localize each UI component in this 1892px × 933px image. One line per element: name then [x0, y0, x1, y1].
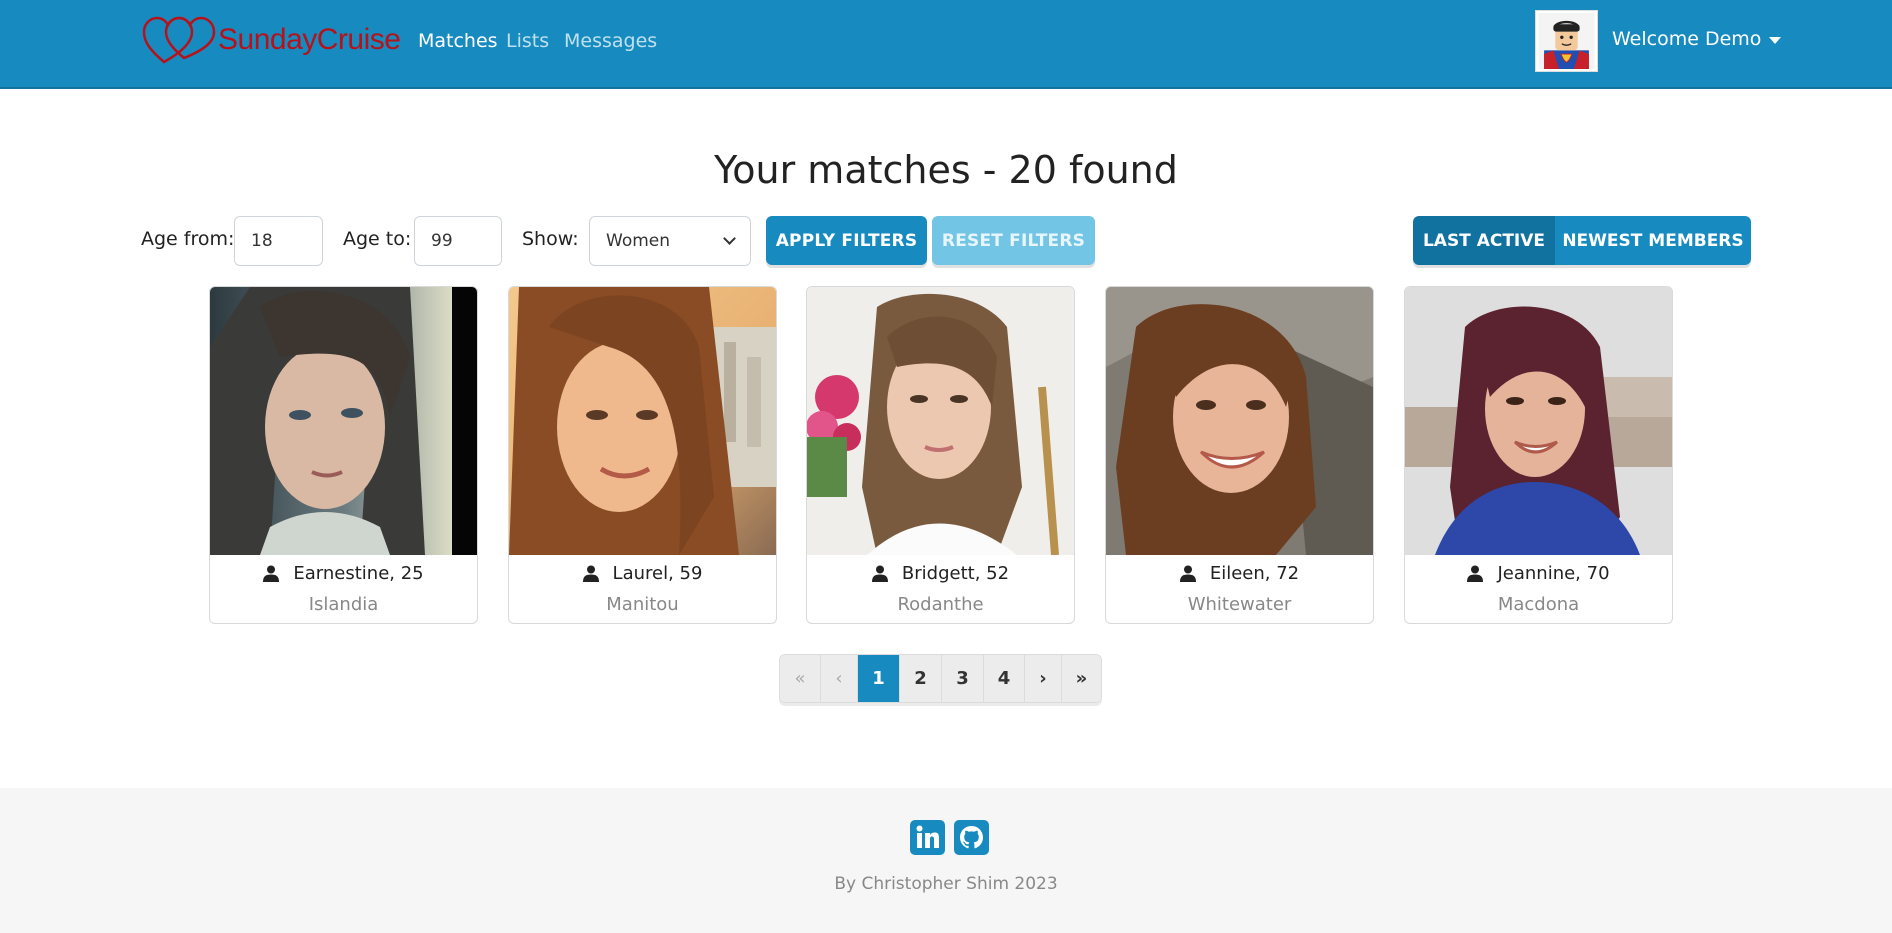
age-to-label: Age to: — [343, 228, 412, 250]
pagination: « ‹ 1 2 3 4 › » — [779, 654, 1102, 703]
sort-toggle: Last Active Newest Members — [1413, 216, 1751, 265]
member-photo[interactable] — [210, 287, 477, 555]
member-name-text: Eileen, 72 — [1209, 563, 1300, 584]
member-name-text: Jeannine, 70 — [1497, 563, 1610, 584]
member-name[interactable]: Laurel, 59 — [509, 563, 776, 584]
age-from-input[interactable]: 18 — [234, 216, 323, 266]
linkedin-icon[interactable] — [910, 820, 945, 855]
page-title: Your matches - 20 found — [714, 148, 1178, 192]
page-next-button[interactable]: › — [1025, 655, 1062, 702]
user-icon — [1179, 565, 1196, 582]
gender-select[interactable]: Women — [589, 216, 751, 266]
sort-newest-members-button[interactable]: Newest Members — [1555, 216, 1751, 265]
member-photo[interactable] — [807, 287, 1074, 555]
member-photo[interactable] — [1405, 287, 1672, 555]
chevron-down-icon — [723, 232, 736, 245]
sort-last-active-button[interactable]: Last Active — [1413, 216, 1555, 265]
member-card[interactable]: Laurel, 59 Manitou — [508, 286, 777, 624]
member-card[interactable]: Earnestine, 25 Islandia — [209, 286, 478, 624]
user-icon — [263, 565, 280, 582]
github-icon[interactable] — [954, 820, 989, 855]
member-card[interactable]: Jeannine, 70 Macdona — [1404, 286, 1673, 624]
gender-select-value: Women — [606, 231, 671, 251]
apply-filters-button[interactable]: Apply filters — [766, 216, 927, 265]
age-to-input[interactable]: 99 — [414, 216, 502, 266]
page-4-button[interactable]: 4 — [984, 655, 1025, 702]
member-name[interactable]: Earnestine, 25 — [210, 563, 477, 584]
superhero-avatar-icon — [1538, 13, 1595, 69]
page-2-button[interactable]: 2 — [900, 655, 942, 702]
user-menu[interactable]: Welcome Demo — [1612, 28, 1782, 50]
user-icon — [871, 565, 888, 582]
page-3-button[interactable]: 3 — [942, 655, 984, 702]
footer-credit: By Christopher Shim 2023 — [834, 874, 1058, 894]
page-1-button[interactable]: 1 — [858, 655, 900, 702]
user-icon — [1467, 565, 1484, 582]
reset-filters-button[interactable]: Reset filters — [932, 216, 1095, 265]
welcome-text: Welcome Demo — [1612, 28, 1762, 50]
member-name-text: Bridgett, 52 — [901, 563, 1010, 584]
nav-matches[interactable]: Matches — [418, 30, 498, 52]
member-city: Whitewater — [1187, 594, 1292, 615]
member-name[interactable]: Jeannine, 70 — [1405, 563, 1672, 584]
page-prev-button[interactable]: ‹ — [821, 655, 858, 702]
member-city: Rodanthe — [897, 594, 984, 615]
caret-down-icon — [1769, 36, 1782, 44]
member-city: Islandia — [308, 594, 379, 615]
member-name[interactable]: Bridgett, 52 — [807, 563, 1074, 584]
member-city: Macdona — [1497, 594, 1580, 615]
member-name[interactable]: Eileen, 72 — [1106, 563, 1373, 584]
avatar[interactable] — [1535, 10, 1598, 72]
member-card[interactable]: Eileen, 72 Whitewater — [1105, 286, 1374, 624]
brand-name: SundayCruise — [218, 23, 401, 56]
age-from-label: Age from: — [141, 228, 235, 250]
footer: By Christopher Shim 2023 — [0, 788, 1892, 933]
member-photo[interactable] — [1106, 287, 1373, 555]
hearts-logo-icon — [142, 16, 216, 64]
brand[interactable]: SundayCruise — [142, 12, 401, 68]
member-photo[interactable] — [509, 287, 776, 555]
user-icon — [582, 565, 599, 582]
page-last-button[interactable]: » — [1062, 655, 1101, 702]
member-card[interactable]: Bridgett, 52 Rodanthe — [806, 286, 1075, 624]
member-city: Manitou — [606, 594, 679, 615]
page-first-button[interactable]: « — [780, 655, 821, 702]
nav-messages[interactable]: Messages — [564, 30, 657, 52]
member-name-text: Laurel, 59 — [612, 563, 703, 584]
member-name-text: Earnestine, 25 — [293, 563, 424, 584]
nav-lists[interactable]: Lists — [506, 30, 549, 52]
show-label: Show: — [522, 228, 579, 250]
navbar: SundayCruise Matches Lists Messages Welc… — [0, 0, 1892, 89]
